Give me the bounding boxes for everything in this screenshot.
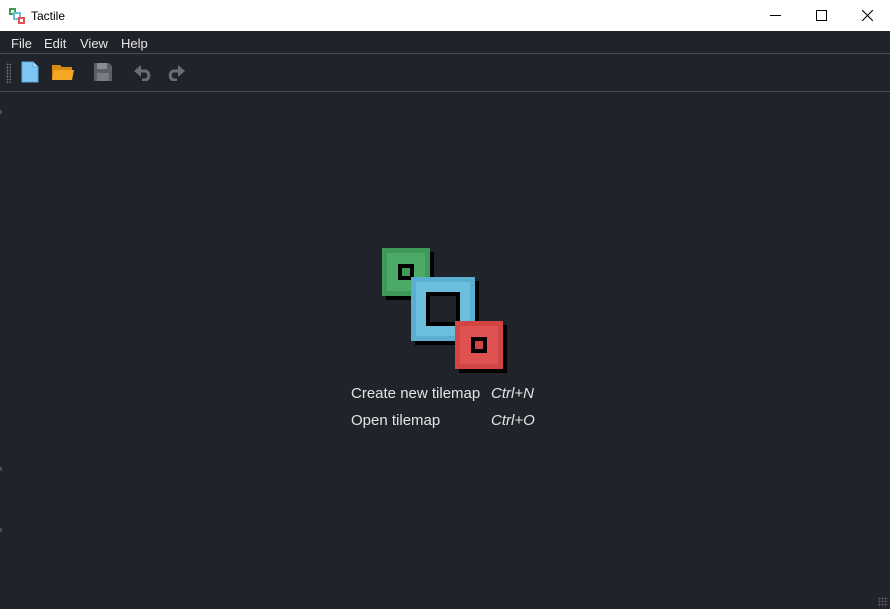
save-button[interactable] — [89, 59, 117, 85]
menu-edit[interactable]: Edit — [44, 36, 66, 51]
redo-button[interactable] — [162, 59, 190, 85]
toolbar — [0, 54, 890, 91]
toolbar-grip[interactable] — [6, 63, 11, 83]
create-new-tilemap-shortcut: Ctrl+N — [491, 385, 534, 402]
tactile-logo — [382, 248, 507, 373]
new-file-button[interactable] — [16, 59, 44, 85]
left-dock-marker — [0, 467, 2, 471]
minimize-icon — [769, 15, 781, 16]
open-folder-icon — [52, 64, 74, 80]
maximize-button[interactable] — [798, 0, 844, 31]
open-file-button[interactable] — [49, 59, 77, 85]
redo-icon — [168, 65, 185, 81]
open-tilemap-link[interactable]: Open tilemap — [351, 412, 440, 429]
maximize-icon — [815, 10, 827, 21]
left-dock-marker — [0, 528, 2, 532]
menu-file[interactable]: File — [11, 36, 32, 51]
close-icon — [861, 10, 873, 21]
close-button[interactable] — [844, 0, 890, 31]
save-icon — [94, 63, 112, 81]
menu-help[interactable]: Help — [121, 36, 148, 51]
resize-grip[interactable] — [878, 597, 888, 607]
title-bar: Tactile — [0, 0, 890, 31]
menu-view[interactable]: View — [80, 36, 108, 51]
undo-button[interactable] — [129, 59, 157, 85]
open-tilemap-shortcut: Ctrl+O — [491, 412, 535, 429]
window-title: Tactile — [31, 9, 66, 23]
new-file-icon — [21, 61, 39, 83]
app-icon — [9, 8, 25, 24]
undo-icon — [134, 65, 151, 81]
create-new-tilemap-link[interactable]: Create new tilemap — [351, 385, 480, 402]
left-dock-marker — [0, 110, 2, 114]
menu-bar: File Edit View Help — [0, 31, 890, 54]
minimize-button[interactable] — [752, 0, 798, 31]
